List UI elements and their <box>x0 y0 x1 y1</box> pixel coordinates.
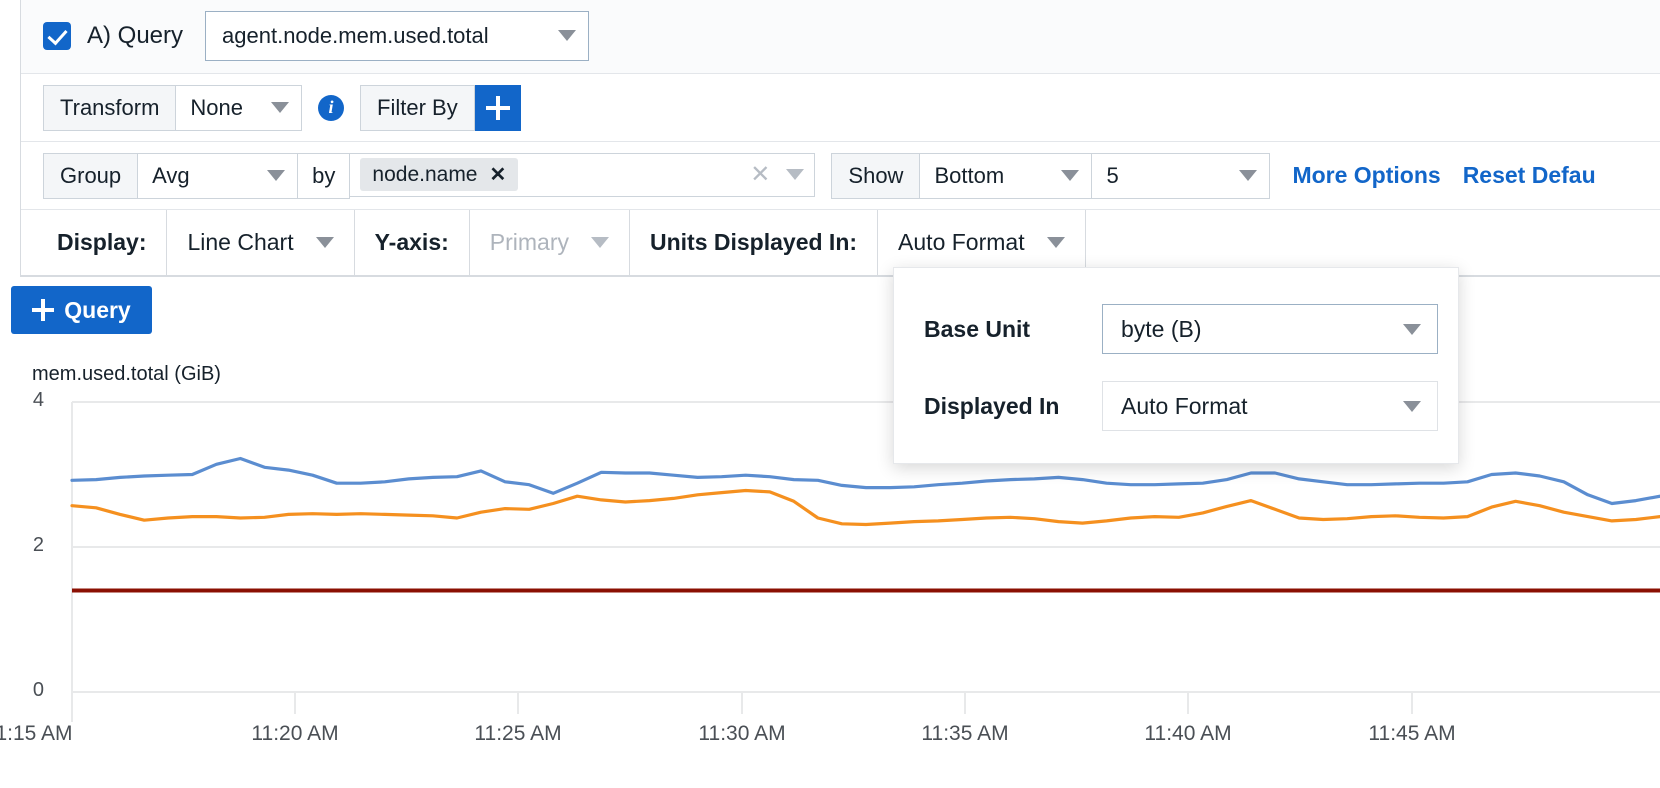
yaxis-value: Primary <box>490 229 569 256</box>
query-header-row: A) Query agent.node.mem.used.total <box>21 0 1660 74</box>
add-query-button-label: Query <box>64 297 130 324</box>
base-unit-value: byte (B) <box>1121 316 1202 343</box>
yaxis-label: Y-axis: <box>355 210 470 275</box>
chevron-down-icon <box>1239 170 1257 181</box>
reset-defaults-link[interactable]: Reset Defau <box>1463 162 1596 189</box>
transform-select[interactable]: None <box>176 85 302 131</box>
metric-select[interactable]: agent.node.mem.used.total <box>205 11 589 61</box>
units-displayed-in-label: Units Displayed In: <box>630 210 878 275</box>
group-controls: Group Avg by node.name ✕ ✕ <box>43 153 815 199</box>
series-line <box>72 491 1660 525</box>
query-builder-panel: A) Query agent.node.mem.used.total Trans… <box>20 0 1660 277</box>
group-label: Group <box>43 153 138 199</box>
filter-by-group: Filter By <box>360 85 475 131</box>
chart-title: mem.used.total (GiB) <box>32 363 221 386</box>
group-aggregation-value: Avg <box>152 163 190 189</box>
chevron-down-icon <box>267 170 285 181</box>
displayed-in-select[interactable]: Auto Format <box>1102 381 1438 431</box>
transform-select-value: None <box>190 95 243 121</box>
metric-select-value: agent.node.mem.used.total <box>222 23 489 49</box>
chevron-down-icon <box>558 30 576 41</box>
plus-icon <box>32 299 54 321</box>
transform-row: Transform None i Filter By <box>21 74 1660 142</box>
transform-group: Transform None <box>43 85 302 131</box>
show-direction-value: Bottom <box>934 163 1004 189</box>
plus-icon <box>486 96 510 120</box>
chevron-down-icon <box>271 102 289 113</box>
group-aggregation-select[interactable]: Avg <box>138 153 298 199</box>
yaxis-select[interactable]: Primary <box>470 210 630 275</box>
display-label: Display: <box>21 210 167 275</box>
display-type-select[interactable]: Line Chart <box>167 210 354 275</box>
clear-icon[interactable]: ✕ <box>750 160 770 189</box>
chevron-down-icon <box>591 237 609 248</box>
base-unit-label: Base Unit <box>924 316 1102 343</box>
chevron-down-icon <box>1403 401 1421 412</box>
y-axis-tick-label: 4 <box>8 389 44 412</box>
close-icon[interactable]: ✕ <box>490 162 507 187</box>
more-options-link[interactable]: More Options <box>1292 162 1440 189</box>
series-line <box>72 459 1660 504</box>
show-count-value: 5 <box>1106 163 1118 189</box>
y-axis-tick-label: 0 <box>8 679 44 702</box>
add-filter-button[interactable] <box>475 85 521 131</box>
query-label: A) Query <box>87 22 183 50</box>
x-axis-tick-label: 1:15 AM <box>0 722 73 746</box>
show-direction-select[interactable]: Bottom <box>920 153 1092 199</box>
show-controls: Show Bottom 5 <box>831 153 1270 199</box>
y-axis-tick-label: 2 <box>8 534 44 557</box>
x-axis-tick-label: 11:20 AM <box>251 722 338 746</box>
group-by-token-field[interactable]: node.name ✕ ✕ <box>350 153 815 197</box>
base-unit-row: Base Unit byte (B) <box>924 304 1438 354</box>
x-axis-tick-label: 11:45 AM <box>1368 722 1455 746</box>
units-format-popover: Base Unit byte (B) Displayed In Auto For… <box>893 267 1459 464</box>
info-icon[interactable]: i <box>318 95 344 121</box>
display-type-value: Line Chart <box>187 229 293 256</box>
chevron-down-icon <box>1047 237 1065 248</box>
group-by-label: by <box>298 153 350 199</box>
filter-by-label[interactable]: Filter By <box>360 85 475 131</box>
show-label: Show <box>831 153 920 199</box>
units-displayed-in-value: Auto Format <box>898 229 1025 256</box>
group-row: Group Avg by node.name ✕ ✕ <box>21 142 1660 210</box>
displayed-in-label: Displayed In <box>924 393 1102 420</box>
transform-label: Transform <box>43 85 176 131</box>
displayed-in-value: Auto Format <box>1121 393 1248 420</box>
units-displayed-in-select[interactable]: Auto Format <box>878 210 1086 275</box>
chevron-down-icon <box>1403 324 1421 335</box>
chevron-down-icon <box>316 237 334 248</box>
chevron-down-icon[interactable] <box>786 169 804 180</box>
x-axis-tick-label: 11:25 AM <box>474 722 561 746</box>
add-query-button[interactable]: Query <box>11 286 152 334</box>
query-enabled-checkbox[interactable] <box>43 22 71 50</box>
chevron-down-icon <box>1061 170 1079 181</box>
group-by-token[interactable]: node.name ✕ <box>360 158 518 191</box>
show-count-select[interactable]: 5 <box>1092 153 1270 199</box>
group-by-token-label: node.name <box>372 163 477 187</box>
base-unit-select[interactable]: byte (B) <box>1102 304 1438 354</box>
displayed-in-row: Displayed In Auto Format <box>924 381 1438 431</box>
x-axis-tick-label: 11:30 AM <box>698 722 785 746</box>
x-axis-tick-label: 11:40 AM <box>1144 722 1231 746</box>
x-axis-tick-label: 11:35 AM <box>921 722 1008 746</box>
display-row-spacer <box>1086 210 1660 275</box>
